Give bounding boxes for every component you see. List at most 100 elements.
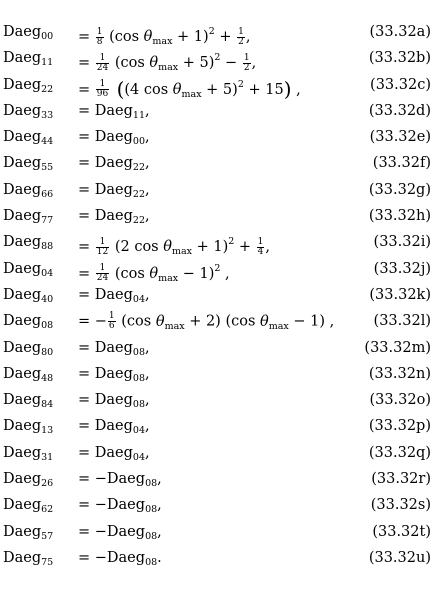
math-text: , [251, 55, 257, 72]
equation-row: Daeg08 = −1 6 (cos θmax + 2) (cos θmax − 1… [0, 309, 436, 335]
math-text: , [157, 471, 162, 488]
math-text: , [145, 365, 150, 382]
equation-lhs: Daeg26 [3, 470, 53, 493]
lhs-index: 31 [41, 451, 54, 463]
equation-number: (33.32r) [371, 471, 431, 488]
equals-sign: = [78, 444, 95, 461]
math-text: (cos [116, 313, 156, 330]
math-text: − [220, 55, 242, 72]
lhs-symbol: Daeg [3, 102, 42, 119]
math-text: , [291, 81, 301, 98]
equals-sign: = [78, 471, 95, 488]
fraction-numerator: 1 [99, 52, 106, 63]
lhs-symbol: Daeg [3, 392, 42, 409]
subscript: 08 [132, 372, 145, 384]
equation-rhs: = Daeg22, [78, 207, 150, 230]
math-text: Daeg [94, 102, 133, 119]
math-text: , [145, 444, 150, 461]
math-text: −Daeg [94, 471, 146, 488]
fraction: 1 12 [95, 237, 110, 257]
equation-list: Daeg00 = 18 (cos θmax + 1)2 + 1 2, (33.32a)… [0, 20, 436, 572]
equation-lhs: Daeg75 [3, 549, 53, 572]
theta-max-symbol: θmax [149, 55, 178, 73]
fraction: 1 24 [95, 263, 110, 283]
equation-lhs: Daeg44 [3, 128, 53, 151]
lhs-symbol: Daeg [3, 444, 42, 461]
theta: θ [149, 55, 159, 72]
equals-sign: = [78, 55, 95, 72]
math-text: , [245, 29, 251, 45]
lhs-index: 08 [41, 320, 54, 332]
equation-lhs: Daeg11 [3, 49, 53, 72]
equation-lhs: Daeg66 [3, 181, 53, 204]
fraction-numerator: 1 [99, 79, 106, 90]
math-text: + 1) [172, 29, 209, 45]
equation-row: Daeg26 = −Daeg08, (33.32r) [0, 467, 436, 493]
equation-number: (33.32d) [368, 102, 431, 119]
subscript: 08 [145, 556, 158, 568]
equals-sign: = [78, 392, 95, 409]
lhs-symbol: Daeg [3, 418, 42, 435]
math-text: , [265, 239, 271, 256]
equation-row: Daeg55 = Daeg22, (33.32f) [0, 151, 436, 177]
math-text: Daeg [94, 365, 133, 382]
equation-row: Daeg44 = Daeg00, (33.32e) [0, 125, 436, 151]
equation-number: (33.32h) [368, 208, 431, 225]
lhs-index: 80 [41, 346, 54, 358]
lhs-symbol: Daeg [3, 549, 42, 566]
equation-lhs: Daeg62 [3, 496, 53, 519]
equation-lhs: Daeg04 [3, 260, 53, 283]
equals-sign: = [78, 339, 95, 356]
lhs-symbol: Daeg [3, 129, 42, 146]
equation-rhs: = Daeg08, [78, 391, 150, 414]
theta-max-symbol: θmax [144, 29, 173, 47]
subscript: 22 [132, 215, 145, 227]
equation-row: Daeg04 = 1 24 (cos θmax − 1)2 , (33.32j) [0, 257, 436, 284]
equation-row: Daeg77 = Daeg22, (33.32h) [0, 204, 436, 230]
math-text: −Daeg [94, 523, 146, 540]
equals-sign: = [78, 523, 95, 540]
equals-sign: = [78, 129, 95, 146]
equation-lhs: Daeg84 [3, 391, 53, 414]
subscript: 22 [132, 162, 145, 174]
math-text: , [145, 418, 150, 435]
equation-row: Daeg80 = Daeg08, (33.32m) [0, 336, 436, 362]
math-text: , [145, 208, 150, 225]
math-text: + [214, 29, 237, 45]
equation-number: (33.32l) [373, 313, 431, 330]
subscript: 08 [132, 346, 145, 358]
lhs-index: 00 [41, 31, 54, 42]
lhs-index: 75 [41, 556, 54, 568]
lhs-index: 62 [41, 504, 54, 516]
math-text: , [145, 129, 150, 146]
equation-row: Daeg62 = −Daeg08, (33.32s) [0, 493, 436, 519]
fraction-numerator: 1 [99, 263, 106, 274]
lhs-index: 13 [41, 425, 54, 437]
equation-lhs: Daeg00 [3, 23, 53, 46]
equation-row: Daeg22 = 1 96 ((4 cos θmax + 5)2 + 15) , (3… [0, 73, 436, 101]
fraction: 1 24 [95, 52, 110, 73]
fraction: 14 [256, 237, 265, 257]
math-text: Daeg [94, 444, 133, 461]
subscript: 00 [132, 136, 145, 148]
lhs-symbol: Daeg [3, 523, 42, 540]
big-paren: ) [283, 76, 292, 101]
equation-lhs: Daeg48 [3, 365, 53, 388]
equation-lhs: Daeg57 [3, 523, 53, 546]
equation-lhs: Daeg33 [3, 102, 53, 125]
fraction-denominator: 96 [95, 89, 110, 100]
equation-lhs: Daeg31 [3, 444, 53, 467]
fraction-denominator: 4 [256, 246, 265, 257]
math-text: , [157, 523, 162, 540]
lhs-symbol: Daeg [3, 339, 42, 356]
fraction-denominator: 8 [95, 36, 104, 47]
equation-rhs: = Daeg08, [78, 365, 150, 388]
math-text: Daeg [94, 286, 133, 303]
lhs-symbol: Daeg [3, 76, 42, 93]
fraction-denominator: 2 [242, 62, 251, 73]
math-text: Daeg [94, 155, 133, 172]
equation-row: Daeg88 = 1 12 (2 cos θmax + 1)2 + 1 4, (33.3… [0, 230, 436, 257]
equation-rhs: = −Daeg08, [78, 470, 162, 493]
math-text: , [145, 339, 150, 356]
theta: θ [172, 81, 182, 98]
